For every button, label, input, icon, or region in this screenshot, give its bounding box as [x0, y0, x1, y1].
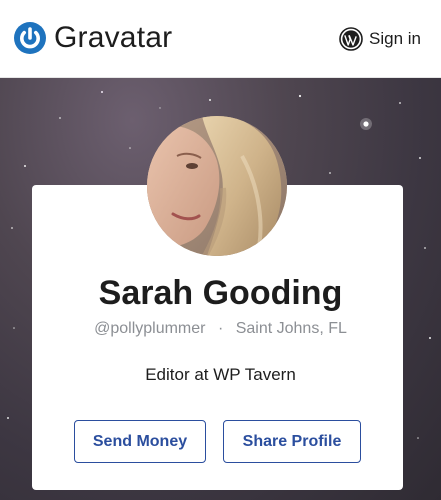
profile-username: @pollyplummer [94, 320, 206, 337]
site-header: Gravatar Sign in [0, 0, 441, 78]
profile-location: Saint Johns, FL [235, 320, 347, 337]
profile-bio: Editor at WP Tavern [145, 365, 296, 384]
profile-name: Sarah Gooding [98, 274, 343, 312]
sign-in-button[interactable]: Sign in [339, 26, 421, 52]
share-profile-button[interactable]: Share Profile [223, 420, 361, 463]
wordpress-icon [339, 27, 363, 51]
avatar-image [147, 116, 287, 256]
send-money-button[interactable]: Send Money [74, 420, 206, 463]
gravatar-logo-icon[interactable] [14, 22, 46, 54]
sign-in-label: Sign in [369, 29, 421, 48]
profile-meta: @pollyplummer · Saint Johns, FL [0, 318, 441, 340]
meta-separator: · [217, 320, 224, 337]
logo-text[interactable]: Gravatar [54, 19, 172, 57]
avatar [147, 116, 287, 256]
